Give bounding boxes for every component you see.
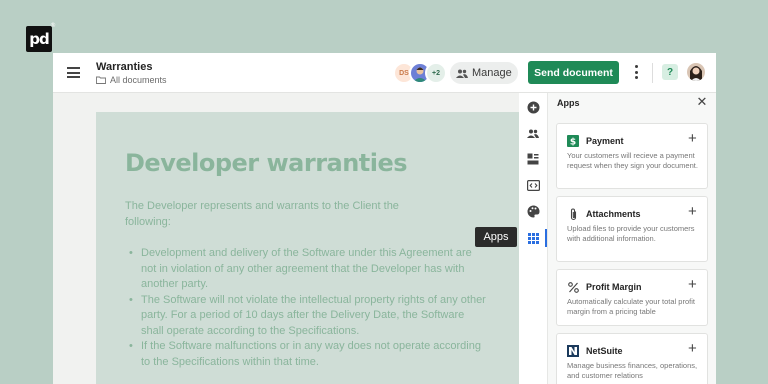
app-card-profit-margin[interactable]: Profit Margin + Automatically calculate … bbox=[556, 269, 708, 326]
avatar-more-count: +2 bbox=[425, 62, 447, 84]
manage-label: Manage bbox=[472, 67, 512, 79]
folder-icon bbox=[96, 76, 106, 84]
active-tab-indicator bbox=[545, 229, 547, 247]
app-card-netsuite[interactable]: NetSuite + Manage business finances, ope… bbox=[556, 333, 708, 384]
header-divider bbox=[652, 63, 653, 83]
apps-panel: Apps ✕ $ Payment + Your customers will r… bbox=[548, 93, 716, 384]
add-app-icon[interactable]: + bbox=[688, 131, 697, 147]
document-intro[interactable]: The Developer represents and warrants to… bbox=[125, 199, 425, 230]
app-name: NetSuite bbox=[586, 346, 623, 356]
document-heading[interactable]: Developer warranties bbox=[125, 149, 408, 177]
user-avatar[interactable] bbox=[687, 63, 705, 81]
app-name: Payment bbox=[586, 136, 624, 146]
more-options-icon[interactable] bbox=[633, 65, 639, 81]
top-header: Warranties All documents DS +2 Manage Se… bbox=[53, 53, 716, 93]
list-item[interactable]: The Software will not violate the intell… bbox=[129, 293, 489, 340]
app-description: Manage business finances, operations, an… bbox=[567, 361, 698, 380]
breadcrumb[interactable]: All documents bbox=[96, 75, 167, 85]
paperclip-icon bbox=[567, 208, 579, 220]
app-card-payment[interactable]: $ Payment + Your customers will recieve … bbox=[556, 123, 708, 189]
dollar-icon: $ bbox=[567, 135, 579, 147]
editor-window: Warranties All documents DS +2 Manage Se… bbox=[53, 53, 716, 384]
app-description: Upload files to provide your customers w… bbox=[567, 224, 695, 243]
add-app-icon[interactable]: + bbox=[688, 277, 697, 293]
add-icon[interactable] bbox=[526, 100, 540, 114]
list-item[interactable]: If the Software malfunctions or in any w… bbox=[129, 339, 489, 370]
app-description: Your customers will recieve a payment re… bbox=[567, 151, 698, 170]
app-description: Automatically calculate your total profi… bbox=[567, 297, 695, 316]
warranty-list: Development and delivery of the Software… bbox=[129, 246, 489, 370]
app-name: Attachments bbox=[586, 209, 641, 219]
add-app-icon[interactable]: + bbox=[688, 204, 697, 220]
document-page[interactable]: Developer warranties The Developer repre… bbox=[96, 112, 519, 384]
palette-icon[interactable] bbox=[526, 204, 540, 218]
add-app-icon[interactable]: + bbox=[688, 341, 697, 357]
svg-text:$: $ bbox=[570, 137, 576, 147]
app-name: Profit Margin bbox=[586, 282, 642, 292]
recipients-icon[interactable] bbox=[526, 126, 540, 140]
recipient-avatars[interactable]: DS +2 bbox=[393, 62, 447, 84]
hamburger-menu-icon[interactable] bbox=[67, 67, 80, 78]
content-blocks-icon[interactable] bbox=[526, 152, 540, 166]
close-icon[interactable]: ✕ bbox=[696, 95, 708, 108]
help-button[interactable]: ? bbox=[662, 64, 678, 80]
netsuite-logo-icon bbox=[567, 345, 579, 357]
people-icon bbox=[456, 69, 468, 78]
document-title[interactable]: Warranties bbox=[96, 61, 152, 73]
send-document-button[interactable]: Send document bbox=[528, 61, 619, 84]
app-card-attachments[interactable]: Attachments + Upload files to provide yo… bbox=[556, 196, 708, 262]
variables-icon[interactable] bbox=[526, 178, 540, 192]
percent-icon bbox=[567, 281, 579, 293]
right-tool-rail bbox=[519, 93, 548, 384]
panel-title: Apps bbox=[557, 98, 580, 108]
breadcrumb-label: All documents bbox=[110, 75, 167, 85]
manage-button[interactable]: Manage bbox=[450, 62, 518, 84]
list-item[interactable]: Development and delivery of the Software… bbox=[129, 246, 489, 293]
apps-tooltip: Apps bbox=[475, 227, 517, 247]
apps-grid-icon[interactable] bbox=[526, 231, 540, 245]
pandadoc-logo: pd ® bbox=[26, 22, 56, 52]
